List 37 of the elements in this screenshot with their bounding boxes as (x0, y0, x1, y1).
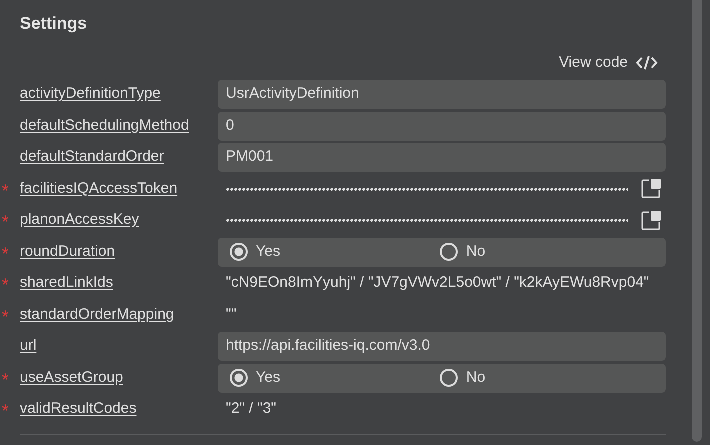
field-label[interactable]: defaultStandardOrder (20, 146, 218, 169)
radio-option[interactable]: Yes (230, 240, 280, 264)
input-field[interactable]: PM001 (218, 143, 666, 172)
input-field[interactable]: UsrActivityDefinition (218, 80, 666, 109)
view-code-button[interactable]: View code (559, 52, 658, 74)
required-asterisk: * (2, 242, 10, 266)
input-field[interactable]: 0 (218, 112, 666, 140)
copy-icon[interactable] (640, 210, 662, 232)
radio-option[interactable]: No (440, 366, 486, 390)
input-field[interactable]: https://api.facilities-iq.com/v3.0 (218, 332, 666, 361)
radio-option[interactable]: Yes (230, 366, 280, 390)
value-text: "2" / "3" (226, 399, 276, 420)
field-label[interactable]: sharedLinkIds (20, 272, 218, 295)
value-text: "cN9EOn8ImYyuhj" / "JV7gVWv2L5o0wt" / "k2kAyEWu8Rvp04" (226, 273, 650, 294)
section-title: Settings (20, 13, 88, 35)
radio-option[interactable]: No (440, 240, 486, 264)
field-label[interactable]: standardOrderMapping (20, 304, 218, 326)
field-label[interactable]: url (20, 335, 218, 358)
field-label[interactable]: useAssetGroup (20, 366, 218, 390)
field-label[interactable]: defaultSchedulingMethod (20, 114, 218, 138)
scrollbar[interactable] (692, 0, 702, 442)
required-asterisk: * (2, 274, 10, 297)
value-text: "" (226, 304, 237, 325)
field-label[interactable]: validResultCodes (20, 398, 218, 421)
masked-value[interactable] (226, 188, 628, 190)
required-asterisk: * (2, 368, 10, 392)
code-icon (636, 54, 658, 71)
field-label[interactable]: activityDefinitionType (20, 83, 218, 106)
copy-icon[interactable] (640, 178, 662, 200)
required-asterisk: * (2, 400, 10, 423)
required-asterisk: * (2, 306, 10, 328)
field-label[interactable]: roundDuration (20, 240, 218, 264)
required-asterisk: * (2, 211, 10, 234)
field-label[interactable]: facilitiesIQAccessToken (20, 178, 218, 200)
masked-value[interactable] (226, 219, 628, 222)
field-label[interactable]: planonAccessKey (20, 209, 218, 232)
required-asterisk: * (2, 180, 10, 202)
